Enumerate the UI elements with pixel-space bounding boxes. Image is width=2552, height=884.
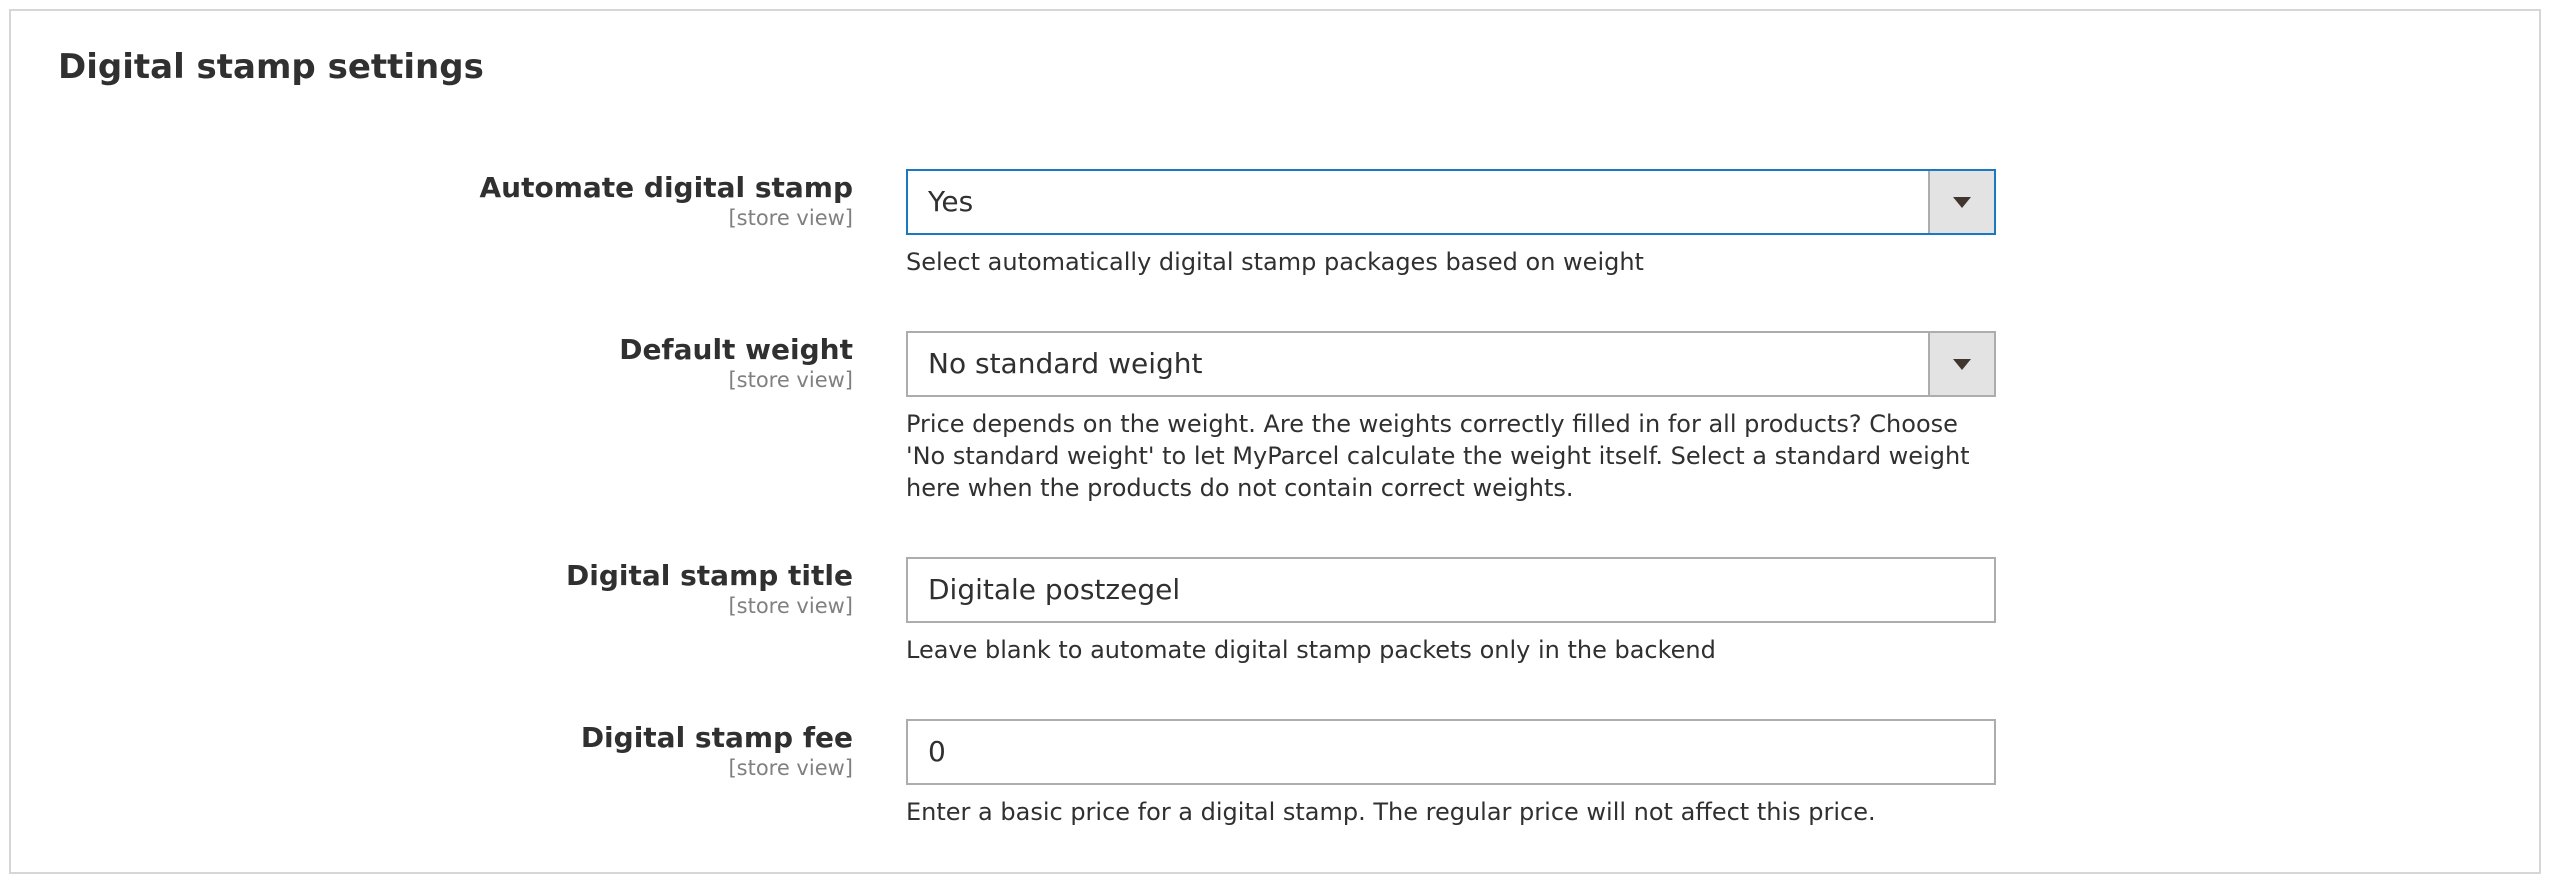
settings-panel: Digital stamp settings Automate digital … (9, 9, 2541, 874)
scope-label: [store view] (728, 756, 853, 780)
input-value: 0 (928, 735, 946, 768)
default-weight-select[interactable]: No standard weight (906, 331, 1996, 397)
select-value: No standard weight (928, 347, 1203, 380)
field-label-digital-stamp-fee: Digital stamp fee (580, 721, 853, 754)
input-value: Digitale postzegel (928, 573, 1181, 606)
field-label-digital-stamp-title: Digital stamp title (566, 559, 853, 592)
field-label-default-weight: Default weight (619, 333, 853, 366)
select-dropdown-button[interactable] (1928, 171, 1994, 233)
digital-stamp-title-input[interactable]: Digitale postzegel (906, 557, 1996, 623)
scope-label: [store view] (728, 368, 853, 392)
field-label-group-fee: Digital stamp fee [store view] (581, 721, 853, 781)
field-note-title: Leave blank to automate digital stamp pa… (906, 636, 1716, 664)
field-label-group-automate: Automate digital stamp [store view] (480, 171, 854, 231)
chevron-down-icon (1953, 359, 1971, 370)
field-label-group-default-weight: Default weight [store view] (619, 333, 853, 393)
digital-stamp-fee-input[interactable]: 0 (906, 719, 1996, 785)
select-value: Yes (928, 185, 974, 218)
automate-digital-stamp-select[interactable]: Yes (906, 169, 1996, 235)
field-note-automate: Select automatically digital stamp packa… (906, 248, 1644, 276)
section-title: Digital stamp settings (58, 47, 484, 87)
field-label-group-title: Digital stamp title [store view] (566, 559, 853, 619)
field-note-default-weight: Price depends on the weight. Are the wei… (906, 410, 1970, 502)
scope-label: [store view] (728, 594, 853, 618)
scope-label: [store view] (728, 206, 853, 230)
chevron-down-icon (1953, 197, 1971, 208)
field-note-fee: Enter a basic price for a digital stamp.… (906, 798, 1876, 826)
field-label-automate-digital-stamp: Automate digital stamp (479, 171, 854, 204)
select-dropdown-button[interactable] (1928, 333, 1994, 395)
